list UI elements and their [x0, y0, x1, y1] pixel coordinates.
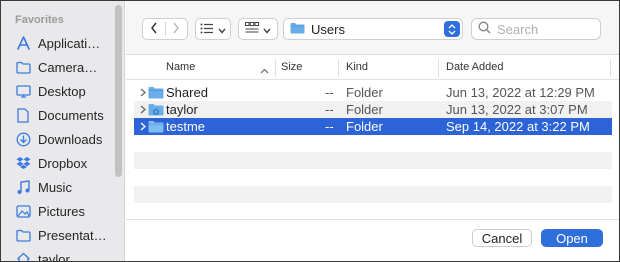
chevron-left-icon — [150, 22, 158, 37]
column-divider — [438, 59, 439, 77]
downloads-icon — [14, 130, 32, 148]
grid-icon — [245, 21, 259, 37]
sidebar-item-downloads[interactable]: Downloads — [9, 128, 117, 150]
file-name: taylor — [166, 102, 198, 117]
file-name: Shared — [166, 85, 208, 100]
sidebar: Favorites Applicati… Camera… Desktop Doc… — [1, 1, 125, 262]
sidebar-item-label: Camera… — [38, 59, 98, 75]
pictures-icon — [14, 202, 32, 220]
empty-row — [134, 135, 612, 152]
file-row[interactable]: Shared -- Folder Jun 13, 2022 at 12:29 P… — [134, 84, 612, 101]
navigation-buttons — [142, 18, 188, 40]
file-kind: Folder — [346, 119, 383, 134]
group-view-button[interactable] — [238, 18, 278, 40]
sidebar-item-label: Downloads — [38, 131, 103, 147]
forward-button[interactable] — [166, 19, 188, 39]
folder-icon — [290, 22, 305, 37]
toolbar: Users — [126, 1, 619, 55]
column-divider — [275, 59, 276, 77]
empty-row — [134, 169, 612, 186]
list-view-button[interactable] — [195, 18, 231, 40]
file-list: Shared -- Folder Jun 13, 2022 at 12:29 P… — [134, 84, 612, 203]
location-popup[interactable]: Users — [283, 18, 463, 40]
sort-chevron-up-icon[interactable] — [260, 62, 269, 77]
updown-icon — [444, 21, 460, 37]
column-date-added[interactable]: Date Added — [446, 61, 504, 73]
sidebar-item-music[interactable]: Music — [9, 176, 117, 198]
open-file-dialog: Favorites Applicati… Camera… Desktop Doc… — [0, 0, 620, 262]
list-icon — [200, 22, 214, 37]
file-name: testme — [166, 119, 206, 134]
file-size: -- — [325, 85, 334, 100]
sidebar-item-label: Dropbox — [38, 155, 88, 171]
home-icon — [14, 250, 32, 261]
file-row-selected[interactable]: testme -- Folder Sep 14, 2022 at 3:22 PM — [134, 118, 612, 135]
back-button[interactable] — [143, 19, 165, 39]
sidebar-item-presentations[interactable]: Presentat… — [9, 224, 117, 246]
folder-icon — [148, 86, 164, 99]
chevron-down-icon — [263, 22, 271, 37]
folder-icon — [14, 58, 32, 76]
sidebar-item-label: Applicati… — [38, 35, 101, 51]
sidebar-item-pictures[interactable]: Pictures — [9, 200, 117, 222]
column-header: Name Size Kind Date Added — [126, 56, 619, 80]
sidebar-scroll-thumb[interactable] — [115, 5, 122, 177]
home-folder-icon — [148, 103, 164, 116]
sidebar-item-desktop[interactable]: Desktop — [9, 80, 117, 102]
applications-icon — [14, 34, 32, 52]
search-input[interactable] — [497, 21, 597, 37]
sidebar-item-label: Documents — [38, 107, 104, 123]
column-kind[interactable]: Kind — [346, 61, 368, 73]
empty-row — [134, 186, 612, 203]
sidebar-item-label: Music — [38, 179, 72, 195]
sidebar-item-label: Desktop — [38, 83, 86, 99]
file-date-added: Jun 13, 2022 at 12:29 PM — [446, 85, 595, 100]
search-icon — [478, 21, 491, 37]
folder-icon — [148, 120, 164, 133]
action-bar: Cancel Open — [126, 219, 619, 261]
empty-row — [134, 152, 612, 169]
file-kind: Folder — [346, 85, 383, 100]
search-field[interactable] — [471, 18, 601, 40]
column-divider — [610, 59, 611, 77]
file-row[interactable]: taylor -- Folder Jun 13, 2022 at 3:07 PM — [134, 101, 612, 118]
sidebar-item-label: taylor — [38, 251, 70, 262]
column-divider — [338, 59, 339, 77]
disclosure-chevron-icon[interactable] — [138, 102, 148, 116]
file-size: -- — [325, 119, 334, 134]
chevron-right-icon — [172, 22, 180, 37]
file-kind: Folder — [346, 102, 383, 117]
file-size: -- — [325, 102, 334, 117]
sidebar-item-applications[interactable]: Applicati… — [9, 32, 117, 54]
music-icon — [14, 178, 32, 196]
sidebar-section-title: Favorites — [15, 14, 64, 26]
file-date-added: Sep 14, 2022 at 3:22 PM — [446, 119, 590, 134]
sidebar-item-dropbox[interactable]: Dropbox — [9, 152, 117, 174]
sidebar-item-camera[interactable]: Camera… — [9, 56, 117, 78]
sidebar-item-documents[interactable]: Documents — [9, 104, 117, 126]
sidebar-item-label: Pictures — [38, 203, 85, 219]
dropbox-icon — [14, 154, 32, 172]
folder-icon — [14, 226, 32, 244]
disclosure-chevron-icon[interactable] — [138, 119, 148, 133]
disclosure-chevron-icon[interactable] — [138, 85, 148, 99]
column-size[interactable]: Size — [281, 61, 302, 73]
desktop-icon — [14, 82, 32, 100]
chevron-down-icon — [218, 22, 226, 37]
sidebar-item-taylor[interactable]: taylor — [9, 248, 117, 262]
location-label: Users — [311, 21, 345, 37]
document-icon — [14, 106, 32, 124]
cancel-button[interactable]: Cancel — [472, 229, 532, 247]
open-button[interactable]: Open — [541, 229, 603, 247]
sidebar-item-label: Presentat… — [38, 227, 107, 243]
file-date-added: Jun 13, 2022 at 3:07 PM — [446, 102, 588, 117]
column-name[interactable]: Name — [166, 61, 195, 73]
